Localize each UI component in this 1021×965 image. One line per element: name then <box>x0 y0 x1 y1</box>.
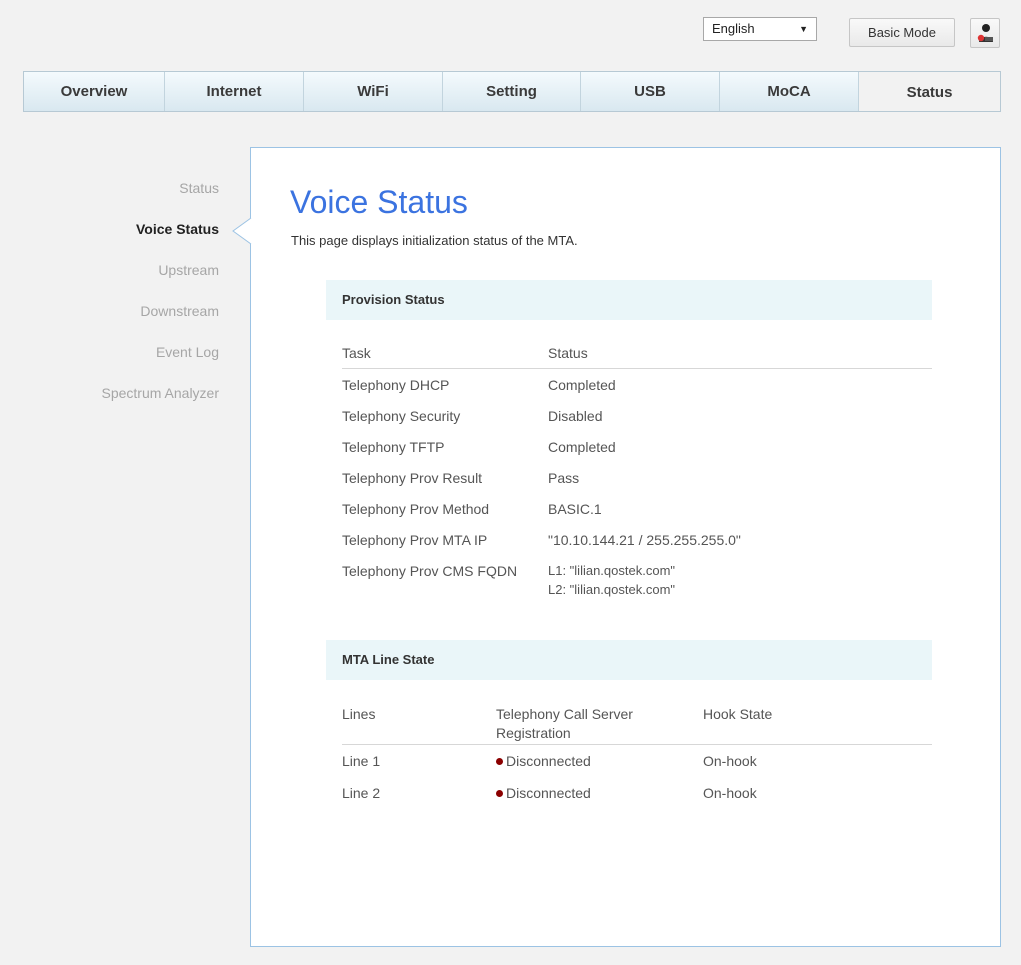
table-row-line: Line 2 <box>342 785 381 801</box>
tab-internet[interactable]: Internet <box>165 72 304 111</box>
table-row-status: Disabled <box>548 408 603 424</box>
basic-mode-button[interactable]: Basic Mode <box>849 18 955 47</box>
mta-line-state-heading: MTA Line State <box>326 640 932 680</box>
tab-usb[interactable]: USB <box>581 72 720 111</box>
sidebar-item-downstream[interactable]: Downstream <box>140 303 219 319</box>
table-row-line: Line 1 <box>342 753 381 769</box>
column-header-call-server: Telephony Call Server <box>496 706 633 722</box>
sidebar-item-upstream[interactable]: Upstream <box>158 262 219 278</box>
page-description: This page displays initialization status… <box>291 233 578 248</box>
column-header-lines: Lines <box>342 706 376 722</box>
tab-wifi[interactable]: WiFi <box>304 72 443 111</box>
table-row-registration: Disconnected <box>496 785 591 801</box>
user-admin-icon <box>977 24 993 42</box>
registration-status: Disconnected <box>506 785 591 801</box>
column-header-status: Status <box>548 345 588 361</box>
page-title: Voice Status <box>290 184 468 220</box>
column-header-registration: Registration <box>496 725 571 741</box>
table-row-task: Telephony Security <box>342 408 461 424</box>
user-button[interactable] <box>970 18 1000 48</box>
sidebar-item-status[interactable]: Status <box>179 180 219 196</box>
language-select[interactable]: English ▼ <box>703 17 817 41</box>
table-row-status: "10.10.144.21 / 255.255.255.0" <box>548 532 741 548</box>
table-row-status: BASIC.1 <box>548 501 602 517</box>
status-dot-icon <box>496 790 503 797</box>
divider <box>342 368 932 369</box>
table-row-task: Telephony Prov Method <box>342 501 490 517</box>
table-row-status: Completed <box>548 377 616 393</box>
table-row-task: Telephony Prov Result <box>342 470 483 486</box>
tab-overview[interactable]: Overview <box>24 72 165 111</box>
table-row-task: Telephony DHCP <box>342 377 450 393</box>
active-pointer-icon <box>232 218 252 244</box>
sidebar-item-event-log[interactable]: Event Log <box>156 344 219 360</box>
table-row-status-line2: L2: "lilian.qostek.com" <box>548 582 676 597</box>
table-row-status: L1: "lilian.qostek.com" <box>548 563 676 578</box>
sidebar-item-spectrum-analyzer[interactable]: Spectrum Analyzer <box>102 385 220 401</box>
table-row-task: Telephony Prov MTA IP <box>342 532 488 548</box>
registration-status: Disconnected <box>506 753 591 769</box>
table-row-hook-state: On-hook <box>703 785 757 801</box>
column-header-hook-state: Hook State <box>703 706 773 722</box>
tab-setting[interactable]: Setting <box>443 72 581 111</box>
main-nav: Overview Internet WiFi Setting USB MoCA … <box>23 71 1001 112</box>
tab-status[interactable]: Status <box>859 72 1000 111</box>
table-row-task: Telephony Prov CMS FQDN <box>342 563 518 579</box>
sidebar-item-voice-status[interactable]: Voice Status <box>136 221 219 237</box>
dropdown-arrow-icon: ▼ <box>799 24 808 34</box>
table-row-task: Telephony TFTP <box>342 439 445 455</box>
table-row-registration: Disconnected <box>496 753 591 769</box>
language-select-value: English <box>712 21 755 36</box>
divider <box>342 744 932 745</box>
tab-moca[interactable]: MoCA <box>720 72 859 111</box>
provision-status-heading: Provision Status <box>326 280 932 320</box>
table-row-status: Pass <box>548 470 580 486</box>
column-header-task: Task <box>342 345 371 361</box>
status-dot-icon <box>496 758 503 765</box>
table-row-status: Completed <box>548 439 616 455</box>
table-row-hook-state: On-hook <box>703 753 757 769</box>
